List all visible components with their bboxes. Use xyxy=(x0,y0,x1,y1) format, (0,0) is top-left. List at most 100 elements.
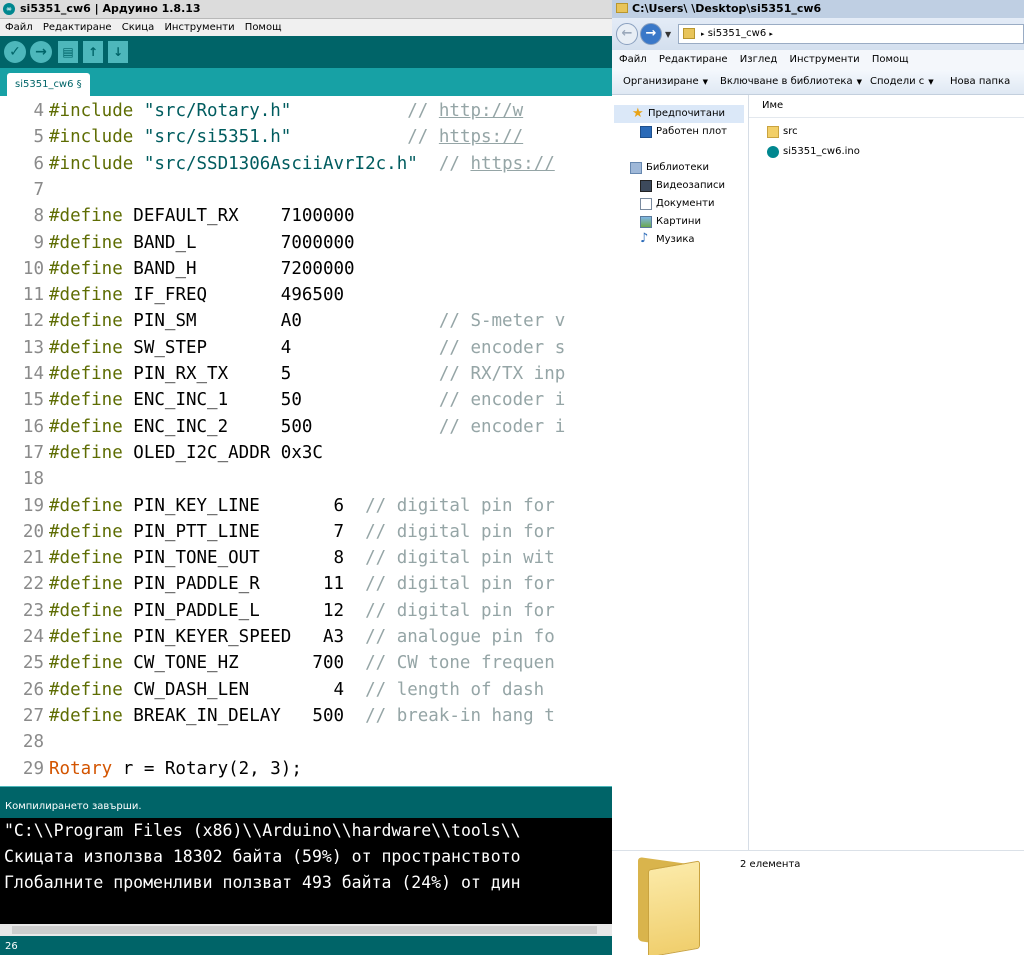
upload-icon[interactable]: → xyxy=(30,41,52,63)
menu-help[interactable]: Помощ xyxy=(245,22,282,33)
console-output[interactable]: "C:\\Program Files (x86)\\Arduino\\hardw… xyxy=(0,818,612,924)
code-token[interactable]: https:// xyxy=(470,154,554,174)
code-text: #define ENC_INC_1 50 // encoder i xyxy=(49,387,565,413)
code-line: 15 #define ENC_INC_1 50 // encoder i xyxy=(0,387,612,413)
share-with-button[interactable]: Сподели с ▼ xyxy=(870,70,934,94)
code-token: #define xyxy=(49,232,123,253)
menu-tools[interactable]: Инструменти xyxy=(789,54,859,65)
console-horizontal-scrollbar[interactable] xyxy=(0,924,612,936)
code-token: PIN_KEYER_SPEED A3 xyxy=(122,627,366,647)
code-line: 19 #define PIN_KEY_LINE 6 // digital pin … xyxy=(0,493,612,519)
code-line: 24 #define PIN_KEYER_SPEED A3 // analogue… xyxy=(0,624,612,650)
include-in-library-button[interactable]: Включване в библиотека ▼ xyxy=(720,70,862,94)
column-header-name[interactable]: Име xyxy=(749,95,1024,118)
code-text: #define PIN_RX_TX 5 // RX/TX inp xyxy=(49,361,565,387)
code-token: // digital pin for xyxy=(365,574,555,595)
back-button[interactable]: ← xyxy=(616,23,638,45)
organize-button[interactable]: Организиране ▼ xyxy=(623,70,708,94)
line-number: 29 xyxy=(22,758,44,779)
code-text: Rotary r = Rotary(2, 3); xyxy=(49,756,302,782)
code-token: // digital pin wit xyxy=(365,548,555,569)
star-icon: ★ xyxy=(632,106,644,121)
arduino-window: ∞ si5351_cw6 | Ардуино 1.8.13 Файл Редак… xyxy=(0,0,612,955)
menu-view[interactable]: Изглед xyxy=(740,54,778,65)
code-token: #define xyxy=(49,653,123,674)
arduino-toolbar: ✓ → ▤ ↑ ↓ xyxy=(0,36,612,68)
code-token: #define xyxy=(49,311,123,332)
code-text: #define IF_FREQ 496500 xyxy=(49,282,344,308)
video-icon xyxy=(640,180,652,192)
breadcrumb-chevron-icon[interactable]: ▸ xyxy=(769,30,773,38)
code-token: // encoder i xyxy=(438,416,566,437)
code-token: #include xyxy=(49,101,134,121)
code-line: 27 #define BREAK_IN_DELAY 500 // break-in… xyxy=(0,703,612,729)
line-number: 14 xyxy=(22,364,44,384)
line-number: 11 xyxy=(22,285,44,306)
code-line: 14 #define PIN_RX_TX 5 // RX/TX inp xyxy=(0,361,612,387)
code-text: #include "src/SSD1306AsciiAvrI2c.h" // h… xyxy=(49,151,555,177)
code-line: 18 xyxy=(0,466,612,492)
nav-item-favorites[interactable]: ★ Предпочитани xyxy=(614,105,744,123)
status-bar-line-number: 26 xyxy=(0,936,612,955)
menu-tools[interactable]: Инструменти xyxy=(164,22,234,33)
code-token: // analogue pin fo xyxy=(365,627,555,647)
scrollbar-thumb[interactable] xyxy=(12,926,597,934)
line-number: 27 xyxy=(22,705,44,726)
code-editor[interactable]: 4 #include "src/Rotary.h" // http://w 5 #in… xyxy=(0,96,612,786)
code-token[interactable]: http://w xyxy=(439,101,523,121)
code-text: #include "src/si5351.h" // https:// xyxy=(49,124,523,150)
tab-sketch[interactable]: si5351_cw6 § xyxy=(7,73,90,96)
line-number: 21 xyxy=(22,548,44,569)
menu-sketch[interactable]: Скица xyxy=(122,22,154,33)
pictures-icon xyxy=(640,216,652,228)
code-token: PIN_RX_TX 5 xyxy=(122,364,439,384)
code-token: // digital pin for xyxy=(365,521,555,542)
code-token: // xyxy=(407,101,439,121)
code-token: #include xyxy=(49,153,134,174)
code-token: // digital pin for xyxy=(365,495,555,516)
code-token: // RX/TX inp xyxy=(438,364,566,384)
code-token: #define xyxy=(49,390,123,411)
menu-edit[interactable]: Редактиране xyxy=(659,54,728,65)
code-text: #define PIN_TONE_OUT 8 // digital pin wi… xyxy=(49,545,555,571)
code-token: BAND_H 7200000 xyxy=(122,258,355,279)
line-number: 28 xyxy=(22,732,44,753)
line-number: 19 xyxy=(22,495,44,516)
code-line: 9 #define BAND_L 7000000 xyxy=(0,230,612,256)
forward-button[interactable]: → xyxy=(640,23,662,45)
line-number: 23 xyxy=(22,600,44,621)
breadcrumb-folder[interactable]: si5351_cw6 xyxy=(708,28,766,39)
menu-help[interactable]: Помощ xyxy=(872,54,909,65)
code-token: #define xyxy=(49,574,123,595)
code-text: #define BREAK_IN_DELAY 500 // break-in h… xyxy=(49,703,555,729)
line-number: 4 xyxy=(33,101,44,121)
verify-icon[interactable]: ✓ xyxy=(4,41,26,63)
code-line: 26 #define CW_DASH_LEN 4 // length of das… xyxy=(0,677,612,703)
code-text: #define PIN_PADDLE_R 11 // digital pin f… xyxy=(49,571,555,597)
new-icon[interactable]: ▤ xyxy=(58,41,78,63)
menu-file[interactable]: Файл xyxy=(619,54,647,65)
breadcrumb-chevron-icon[interactable]: ▸ xyxy=(701,30,705,38)
code-line: 28 xyxy=(0,729,612,755)
address-bar[interactable]: ▸ si5351_cw6 ▸ xyxy=(678,24,1024,44)
explorer-title-bar: C:\Users\ \Desktop\si5351_cw6 xyxy=(612,0,1024,18)
explorer-window: C:\Users\ \Desktop\si5351_cw6 ← → ▼ ▸ si… xyxy=(612,0,1024,955)
menu-edit[interactable]: Редактиране xyxy=(43,22,112,33)
code-token: SW_STEP 4 xyxy=(122,337,439,358)
code-token[interactable]: https:// xyxy=(439,127,523,147)
code-token: Rotary xyxy=(49,758,113,779)
save-icon[interactable]: ↓ xyxy=(108,41,128,63)
open-icon[interactable]: ↑ xyxy=(83,41,103,63)
menu-file[interactable]: Файл xyxy=(5,22,33,33)
code-line: 29 Rotary r = Rotary(2, 3); xyxy=(0,756,612,782)
folder-icon xyxy=(683,28,695,39)
new-folder-button[interactable]: Нова папка xyxy=(950,70,1010,94)
code-line: 5 #include "src/si5351.h" // https:// xyxy=(0,124,612,150)
libraries-icon xyxy=(630,162,642,174)
code-line: 23 #define PIN_PADDLE_L 12 // digital pin… xyxy=(0,598,612,624)
code-text: #define PIN_KEYER_SPEED A3 // analogue p… xyxy=(49,624,555,650)
code-token: PIN_SM A0 xyxy=(122,311,439,332)
chevron-down-icon[interactable]: ▼ xyxy=(665,30,671,39)
code-token: BREAK_IN_DELAY 500 xyxy=(122,705,366,726)
